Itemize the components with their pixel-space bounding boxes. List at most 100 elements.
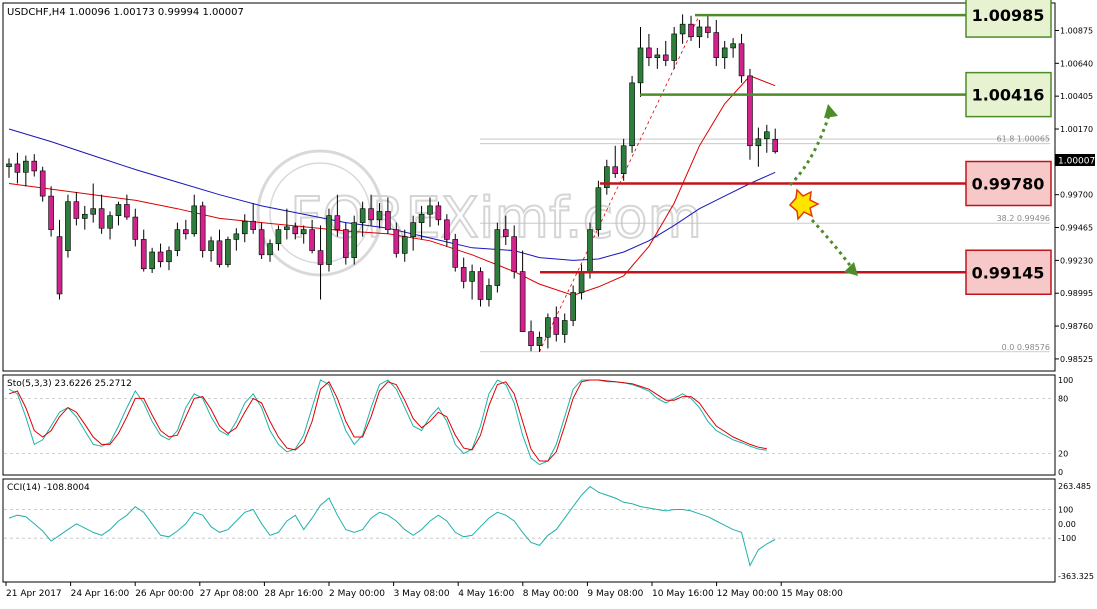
- candle-body: [460, 267, 467, 282]
- candle-body: [763, 131, 770, 140]
- candle-body: [275, 229, 282, 244]
- cci-tick-label: -363.325: [1058, 572, 1094, 581]
- candle-body: [561, 320, 568, 335]
- cci-tick-label: 100: [1058, 505, 1073, 514]
- price-tick-label: 0.99230: [1060, 256, 1093, 265]
- level-label: 0.99145: [972, 263, 1045, 282]
- candle-body: [410, 222, 416, 237]
- candle-body: [267, 243, 273, 256]
- candle-body: [486, 285, 492, 300]
- price-tick-label: 0.99465: [1060, 224, 1093, 233]
- candle-body: [452, 239, 459, 268]
- candle-body: [545, 317, 551, 338]
- candle-body: [620, 145, 627, 175]
- candle-body: [292, 226, 299, 235]
- candle-body: [342, 229, 349, 258]
- candle-body: [713, 32, 720, 59]
- candle-body: [326, 215, 332, 265]
- candle-body: [48, 195, 54, 230]
- candle-body: [755, 138, 762, 147]
- candle-body: [502, 229, 509, 237]
- candle-body: [587, 229, 593, 272]
- fib-label: 38.2 0.99496: [997, 214, 1050, 223]
- candle-body: [435, 205, 442, 221]
- price-tick-label: 0.98995: [1060, 289, 1093, 298]
- price-tick-label: 1.00405: [1060, 92, 1093, 101]
- candle-body: [115, 204, 122, 216]
- cci-label: CCI(14) -108.8004: [7, 483, 90, 493]
- stochastic-tick-label: 100: [1058, 376, 1073, 385]
- candle-body: [612, 166, 619, 175]
- candle-body: [671, 33, 677, 61]
- price-tick-label: 0.98760: [1060, 322, 1093, 331]
- chart-window: FOREXimf.com 1.00875 1.00640 1.00405 1.0017…: [0, 0, 1097, 605]
- candle-body: [174, 229, 181, 251]
- candle-body: [427, 205, 433, 215]
- stochastic-label: Sto(5,3,3) 23.6226 25.2712: [7, 379, 132, 389]
- cci-tick-label: -100: [1058, 534, 1076, 543]
- candle-body: [199, 205, 206, 251]
- candle-body: [595, 187, 602, 230]
- candle-body: [39, 170, 46, 197]
- current-price-label: 1.00007: [1058, 157, 1095, 167]
- time-tick-label: 15 May 08:00: [781, 589, 843, 599]
- cci-tick-label: 0.00: [1058, 520, 1076, 529]
- time-tick-label: 10 May 16:00: [652, 589, 714, 599]
- candle-body: [688, 23, 694, 38]
- candle-body: [738, 43, 745, 77]
- candle-body: [637, 47, 644, 84]
- price-tick-label: 0.98525: [1060, 355, 1093, 364]
- candle-body: [494, 229, 501, 286]
- candle-body: [107, 215, 113, 229]
- candle-body: [696, 26, 703, 38]
- candle-body: [73, 201, 80, 219]
- price-tick-label: 1.00640: [1060, 59, 1093, 68]
- candle-body: [553, 317, 560, 335]
- time-tick-label: 4 May 16:00: [458, 589, 514, 599]
- candle-body: [772, 139, 779, 153]
- candle-body: [528, 331, 534, 346]
- time-tick-label: 28 Apr 16:00: [264, 589, 323, 599]
- level-label: 1.00985: [972, 6, 1045, 25]
- candle-body: [300, 229, 307, 235]
- candle-body: [6, 163, 12, 168]
- price-tick-label: 1.00170: [1060, 125, 1093, 134]
- candle-body: [351, 222, 358, 258]
- candle-body: [359, 208, 366, 223]
- candle-body: [385, 211, 391, 230]
- candle-body: [646, 47, 652, 59]
- candle-body: [721, 47, 728, 59]
- candle-body: [23, 160, 29, 173]
- fib-label: 61.8 1.00065: [997, 135, 1050, 144]
- candle-body: [90, 208, 96, 215]
- candle-body: [14, 163, 21, 173]
- fib-label: 0.0 0.98576: [1002, 343, 1050, 352]
- candle-body: [747, 75, 753, 147]
- candle-body: [368, 208, 374, 221]
- chart-canvas[interactable]: FOREXimf.com 1.008751.006401.004051.0017…: [0, 0, 1097, 605]
- time-tick-label: 2 May 00:00: [329, 589, 385, 599]
- candle-body: [730, 43, 736, 49]
- candle-body: [629, 82, 635, 147]
- time-tick-label: 27 Apr 08:00: [200, 589, 259, 599]
- stochastic-tick-label: 80: [1058, 394, 1068, 403]
- price-tick-label: 0.99700: [1060, 191, 1093, 200]
- candle-body: [225, 239, 231, 265]
- candle-body: [166, 250, 172, 263]
- candle-body: [157, 251, 164, 263]
- cci-tick-label: 263.485: [1058, 482, 1091, 491]
- candle-body: [241, 220, 248, 235]
- stochastic-tick-label: 20: [1058, 450, 1068, 459]
- time-tick-label: 12 May 00:00: [717, 589, 779, 599]
- candle-body: [334, 215, 341, 230]
- time-tick-label: 24 Apr 16:00: [71, 589, 130, 599]
- candle-body: [132, 216, 139, 240]
- time-tick-label: 9 May 08:00: [587, 589, 643, 599]
- candle-body: [570, 292, 576, 321]
- candle-body: [654, 54, 661, 59]
- candle-body: [250, 220, 256, 230]
- candle-body: [65, 201, 71, 251]
- time-tick-label: 21 Apr 2017: [6, 589, 62, 599]
- time-tick-label: 3 May 08:00: [394, 589, 450, 599]
- candle-body: [401, 236, 408, 254]
